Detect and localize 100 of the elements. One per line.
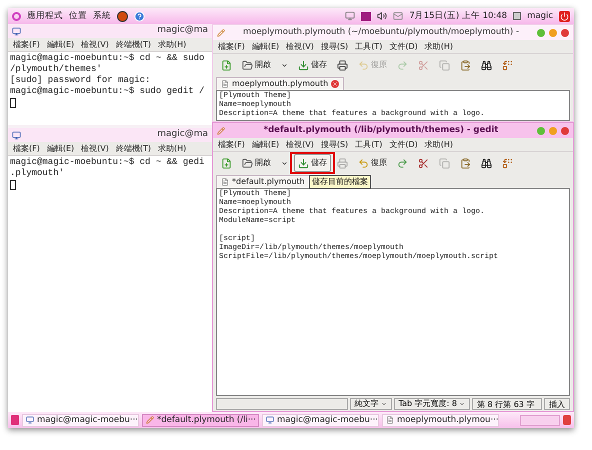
window-title: magic@ma [157,24,208,38]
menu-item[interactable]: 檢視(V) [81,38,109,50]
document-tab[interactable]: *default.plymouth [216,175,310,188]
taskbar-item[interactable]: *default.plymouth (/li··· [142,414,259,426]
menu-item[interactable]: 編輯(E) [252,40,280,52]
folder-icon [242,60,253,70]
clock[interactable]: 7月15日(五) 上午 10:48 [409,10,508,22]
scissors-icon [418,60,429,70]
terminal-line: magic@magic-moebuntu:~$ cd ~ && sudo [10,53,206,64]
menu-item[interactable]: 工具(T) [355,40,382,52]
document-icon [221,80,229,88]
open-button[interactable]: 開啟 [238,56,275,74]
save-button[interactable]: 儲存 [294,56,331,74]
taskbar-item[interactable]: magic@magic-moebu··· [22,414,139,426]
tooltip: 儲存目前的檔案 [309,175,371,189]
open-button[interactable]: 開啟 [238,154,275,172]
window-title: moeplymouth.plymouth (~/moebuntu/plymouth/moeplymouth) - [242,26,520,39]
redo-icon [397,158,408,168]
maximize-button[interactable] [549,28,557,36]
save-button[interactable]: 儲存 [294,154,331,172]
menu-item[interactable]: 求助(H) [424,138,453,150]
terminal-line: [sudo] password for magic: [10,75,152,86]
terminal-line: magic@magic-moebuntu:~$ sudo gedit / [10,86,206,97]
panel-menu[interactable]: 位置 [69,10,87,22]
menu-item[interactable]: 檢視(V) [286,138,314,150]
close-button[interactable] [561,28,569,36]
tray-app-icon[interactable] [361,12,372,20]
menu-item[interactable]: 檔案(F) [218,138,245,150]
network-icon[interactable] [345,11,356,21]
editor-icon [146,416,154,424]
terminal-icon [26,416,34,424]
binoculars-icon [481,60,492,70]
taskbar-item[interactable]: moeplymouth.plymou··· [382,414,499,426]
editor-icon [217,28,225,36]
menu-item[interactable]: 檔案(F) [218,40,245,52]
menu-item[interactable]: 檢視(V) [81,142,109,154]
editor-icon [217,126,225,134]
tab-width-dropdown[interactable]: Tab 字元寬度: 8 [394,398,470,410]
undo-button[interactable]: 復原 [354,154,391,172]
caret-icon [380,400,387,406]
document-tab[interactable]: moeplymouth.plymouth [216,77,344,90]
taskbar-item[interactable]: magic@magic-moebu··· [262,414,379,426]
terminal-line: magic@magic-moebuntu:~$ cd ~ && gedi [10,157,206,168]
caret-icon [281,62,288,68]
undo-icon [358,60,369,70]
mail-icon[interactable] [393,11,404,21]
menu-item[interactable]: 終端機(T) [116,38,151,50]
tab-close-button[interactable] [331,80,340,88]
copy-icon [439,60,450,70]
menu-item[interactable]: 編輯(E) [252,138,280,150]
menu-item[interactable]: 文件(D) [389,40,418,52]
flower-logo-icon [12,12,21,20]
menu-item[interactable]: 編輯(E) [46,38,74,50]
menu-item[interactable]: 求助(H) [158,142,186,154]
save-icon [298,60,309,70]
undo-icon [358,158,369,168]
terminal-icon [12,130,21,140]
power-icon[interactable] [559,10,570,22]
terminal-icon [12,26,21,36]
clipboard-icon [460,158,471,168]
speaker-icon[interactable] [377,11,388,21]
workspace-switcher[interactable] [520,414,560,426]
browser-icon[interactable] [117,10,128,22]
menu-item[interactable]: 搜尋(S) [320,40,348,52]
cursor-position: 第 8 行第 63 字 [472,398,542,410]
panel-menu[interactable]: 應用程式 [27,10,63,22]
menu-item[interactable]: 文件(D) [389,138,418,150]
close-button[interactable] [561,126,569,134]
printer-icon [337,158,348,168]
user-name[interactable]: magic [527,10,553,22]
folder-icon [242,158,253,168]
minimize-button[interactable] [537,28,545,36]
help-icon[interactable] [134,10,145,22]
menu-item[interactable]: 工具(T) [355,138,382,150]
menu-item[interactable]: 求助(H) [424,40,453,52]
copy-icon [439,158,450,168]
menu-item[interactable]: 檔案(F) [13,142,40,154]
terminal-line: .plymouth' [10,168,66,179]
menu-item[interactable]: 檔案(F) [13,38,40,50]
replace-icon [502,158,513,168]
caret-icon [459,400,465,406]
menu-item[interactable]: 求助(H) [158,38,186,50]
new-file-icon [221,60,232,70]
menu-item[interactable]: 搜尋(S) [320,138,348,150]
terminal-line: /plymouth/themes' [10,64,103,75]
caret-icon [281,160,288,166]
insert-mode: 插入 [544,398,570,410]
menu-item[interactable]: 終端機(T) [116,142,151,154]
scissors-icon [418,158,429,168]
window-title: magic@ma [157,128,208,142]
redo-icon [397,60,408,70]
panel-menu[interactable]: 系統 [93,10,111,22]
language-dropdown[interactable]: 純文字 [350,398,392,410]
document-icon [221,178,229,186]
text-editor[interactable] [216,188,570,396]
menu-item[interactable]: 檢視(V) [286,40,314,52]
binoculars-icon [481,158,492,168]
menu-item[interactable]: 編輯(E) [46,142,74,154]
save-icon [298,158,309,168]
printer-icon [337,60,348,70]
